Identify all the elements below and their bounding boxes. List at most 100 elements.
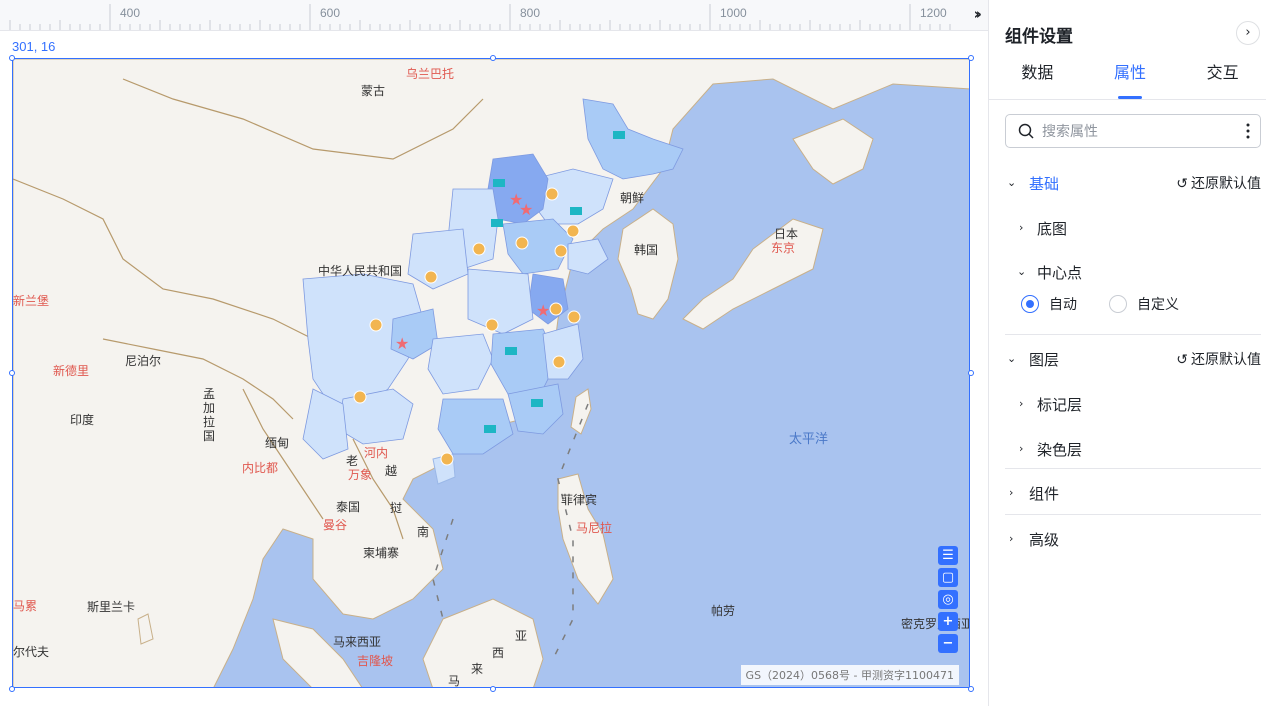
map-label-vietnam-mid: 挝 <box>390 501 403 515</box>
search-icon <box>1018 123 1034 139</box>
map-label-lai: 来 <box>471 662 484 676</box>
item-marker-layer[interactable]: › 标记层 <box>1005 390 1261 418</box>
tab-properties[interactable]: 属性 <box>1082 58 1175 99</box>
map-label-ma: 马 <box>448 674 461 688</box>
radio-auto-label[interactable]: 自动 <box>1049 294 1077 314</box>
item-basemap[interactable]: › 底图 <box>1005 214 1261 242</box>
item-center-label[interactable]: 中心点 <box>1037 262 1082 283</box>
item-basemap-label[interactable]: 底图 <box>1037 218 1067 239</box>
tab-data[interactable]: 数据 <box>989 58 1082 99</box>
map-label-myanmar: 缅甸 <box>265 436 290 450</box>
map-label-islamabad: 新兰堡 <box>13 294 50 308</box>
chevron-down-icon[interactable]: ⌄ <box>1017 265 1027 278</box>
map-svg: ★★ ★★ <box>13 59 969 687</box>
ruler-label: 600 <box>320 6 341 20</box>
divider <box>1005 334 1261 335</box>
map-label-south-korea: 韩国 <box>634 243 659 257</box>
settings-panel: 组件设置 › 数据 属性 交互 ⌄ 基础 ↺还原默认值 › 底图 ⌄ 中心点 自… <box>988 0 1266 706</box>
item-marker-layer-label[interactable]: 标记层 <box>1037 394 1082 415</box>
reset-default-button[interactable]: ↺ 还原默认值 <box>1176 173 1261 193</box>
ruler-label: 400 <box>120 6 141 20</box>
undo-icon: ↺ <box>1176 176 1188 192</box>
section-basic[interactable]: ⌄ 基础 ↺ 还原默认值 <box>1005 169 1261 197</box>
double-chevron-right-icon[interactable]: ›› <box>974 5 983 23</box>
map-label-south: 南 <box>417 525 430 539</box>
map-label-xi: 西 <box>492 646 505 660</box>
map-component[interactable]: ★ ★ ★ ★ 乌兰巴托 蒙古 朝鲜 韩国 日本 东京 中华人民共和国 新兰堡 新德… <box>12 58 970 688</box>
section-advanced[interactable]: › 高级 <box>1005 525 1261 553</box>
coordinate-readout: 301, 16 <box>12 39 56 54</box>
resize-handle-bl[interactable] <box>9 686 15 692</box>
map-label-ulaanbaatar: 乌兰巴托 <box>406 67 455 81</box>
map-label-india: 印度 <box>70 413 95 427</box>
svg-text:★: ★ <box>536 301 550 320</box>
search-box <box>1005 114 1261 149</box>
item-color-layer-label[interactable]: 染色层 <box>1037 439 1082 460</box>
locate-icon[interactable]: ◎ <box>938 590 958 609</box>
panel-tabs: 数据 属性 交互 <box>989 58 1266 100</box>
canvas-area: 400 600 800 1000 1200 ›› 301, 16 ★ ★ ★ ★… <box>0 0 988 706</box>
section-layers[interactable]: ⌄ 图层 ↺ 还原默认值 <box>1005 345 1261 373</box>
ruler-label: 800 <box>520 6 541 20</box>
resize-handle-r[interactable] <box>968 370 974 376</box>
map-label-naypyidaw: 内比都 <box>242 461 279 475</box>
item-color-layer[interactable]: › 染色层 <box>1005 435 1261 463</box>
chevron-down-icon[interactable]: ⌄ <box>1007 352 1017 365</box>
map-label-mongolia: 蒙古 <box>361 84 386 98</box>
map-label-pacific: 太平洋 <box>789 432 829 447</box>
undo-icon: ↺ <box>1176 352 1188 368</box>
map-label-kuala-lumpur: 吉隆坡 <box>357 654 394 668</box>
resize-handle-tr[interactable] <box>968 55 974 61</box>
section-advanced-label[interactable]: 高级 <box>1029 529 1059 550</box>
map-label-vientiane: 万象 <box>348 468 373 482</box>
section-layers-label[interactable]: 图层 <box>1029 349 1059 370</box>
map-copyright: GS（2024）0568号 - 甲测资字1100471 <box>740 665 959 685</box>
chevron-right-icon[interactable]: › <box>1019 397 1029 410</box>
more-vertical-icon[interactable] <box>1246 123 1250 139</box>
radio-custom-label[interactable]: 自定义 <box>1137 294 1179 314</box>
zoom-in-icon[interactable]: + <box>938 612 958 631</box>
map-label-vietnam: 越 <box>385 464 398 478</box>
resize-handle-b[interactable] <box>490 686 496 692</box>
resize-handle-l[interactable] <box>9 370 15 376</box>
map-label-manila: 马尼拉 <box>576 521 613 535</box>
map-label-china: 中华人民共和国 <box>318 264 403 278</box>
reset-label: 还原默认值 <box>1191 176 1261 192</box>
resize-handle-t[interactable] <box>490 55 496 61</box>
center-radio-group: 自动 自定义 <box>1021 292 1211 316</box>
map-label-philippines: 菲律宾 <box>561 493 598 507</box>
section-component[interactable]: › 组件 <box>1005 479 1261 507</box>
ruler-label: 1000 <box>720 6 747 20</box>
map-label-new-delhi: 新德里 <box>53 364 90 378</box>
chevron-down-icon[interactable]: ⌄ <box>1007 176 1017 189</box>
map-label-palau: 帕劳 <box>711 604 736 618</box>
map-label-sri-lanka: 斯里兰卡 <box>87 600 136 614</box>
chevron-right-icon[interactable]: › <box>1019 221 1029 234</box>
resize-handle-br[interactable] <box>968 686 974 692</box>
map-label-hanoi: 河内 <box>364 446 389 460</box>
list-icon[interactable]: ☰ <box>938 546 958 565</box>
svg-text:★: ★ <box>395 334 409 353</box>
map-label-cambodia: 柬埔寨 <box>363 546 400 560</box>
reset-default-button[interactable]: ↺ 还原默认值 <box>1176 349 1261 369</box>
map-label-malaysia: 马来西亚 <box>333 635 382 649</box>
map-label-male: 马累 <box>13 599 38 613</box>
search-input[interactable] <box>1040 115 1234 149</box>
section-component-label[interactable]: 组件 <box>1029 483 1059 504</box>
map-label-north-korea: 朝鲜 <box>620 191 645 205</box>
tab-interaction[interactable]: 交互 <box>1174 58 1266 99</box>
chevron-right-icon[interactable]: › <box>1009 486 1019 499</box>
resize-handle-tl[interactable] <box>9 55 15 61</box>
item-center[interactable]: ⌄ 中心点 <box>1005 258 1261 286</box>
fullscreen-icon[interactable]: ▢ <box>938 568 958 587</box>
zoom-out-icon[interactable]: − <box>938 634 958 653</box>
radio-auto[interactable] <box>1021 295 1039 313</box>
section-basic-label[interactable]: 基础 <box>1029 173 1059 194</box>
ruler-ticks <box>9 4 951 30</box>
map-label-nepal: 尼泊尔 <box>125 354 162 368</box>
chevron-right-icon[interactable]: › <box>1009 532 1019 545</box>
chevron-right-icon[interactable]: › <box>1019 442 1029 455</box>
chevron-right-icon[interactable]: › <box>1236 21 1260 45</box>
reset-label: 还原默认值 <box>1191 352 1261 368</box>
radio-custom[interactable] <box>1109 295 1127 313</box>
